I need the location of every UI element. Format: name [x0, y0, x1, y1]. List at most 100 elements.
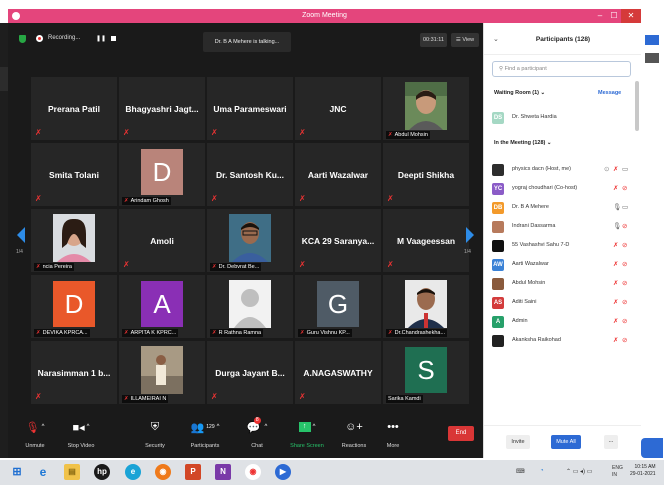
video-tile[interactable]: ✗ Dr. Debvrat Be...	[207, 209, 293, 272]
mic-muted-icon[interactable]: ✗	[613, 185, 618, 192]
video-off-icon[interactable]: ⊘	[622, 337, 627, 344]
video-tile[interactable]: Durga Jayant B... ✗	[207, 341, 293, 404]
message-button[interactable]: Message	[598, 90, 621, 96]
video-tile[interactable]: ✗ ncia Pereira	[31, 209, 117, 272]
participant-search-input[interactable]: ⚲ Find a participant	[492, 61, 631, 77]
video-tile[interactable]: A ✗ ARPITA K KPRC...	[119, 275, 205, 338]
close-button[interactable]: ✕	[621, 9, 641, 23]
video-tile[interactable]: JNC ✗	[295, 77, 381, 140]
security-button[interactable]: ⛨ Security	[132, 417, 178, 450]
video-off-icon[interactable]: ⊘	[622, 261, 627, 268]
participant-row[interactable]: A Admin ✗ ⊘	[492, 313, 630, 331]
onenote-icon[interactable]: N	[215, 464, 231, 480]
powerpoint-icon[interactable]: P	[185, 464, 201, 480]
mic-on-icon[interactable]: 🎙	[613, 204, 621, 211]
video-tile[interactable]: Amoli ✗	[119, 209, 205, 272]
video-off-icon[interactable]: ⊘	[622, 280, 627, 287]
unmute-button[interactable]: 🎙 ^ Unmute	[12, 417, 58, 450]
video-tile[interactable]: ✗ ILLAMEIRAI N	[119, 341, 205, 404]
zoom-taskbar-icon[interactable]: ▶	[275, 464, 291, 480]
video-tile[interactable]: Bhagyashri Jagt... ✗	[119, 77, 205, 140]
language-indicator[interactable]: ENG IN	[612, 465, 623, 479]
mic-on-icon[interactable]: 🎙	[613, 223, 621, 230]
chat-button[interactable]: 💬 8 ^ Chat	[234, 416, 280, 449]
system-tray-icons[interactable]: ⌃ ▭ ◂) ▭	[566, 468, 592, 475]
mic-muted-icon[interactable]: ✗	[613, 280, 618, 287]
participant-row[interactable]: Abdul Mohsin ✗ ⊘	[492, 275, 630, 293]
video-tile[interactable]: A.NAGASWATHY ✗	[295, 341, 381, 404]
share-screen-icon: ↑ ^	[284, 417, 330, 437]
participant-row[interactable]: 55 Vashashvi Sahu 7-D ✗ ⊘	[492, 237, 630, 255]
video-tile[interactable]: G ✗ Guru Vishnu KP...	[295, 275, 381, 338]
waiting-room-label[interactable]: Waiting Room (1) ⌄	[494, 90, 545, 96]
video-tile[interactable]: Smita Tolani ✗	[31, 143, 117, 206]
video-tile[interactable]: ✗ Dr.Chandrashekha...	[383, 275, 469, 338]
waiting-participant-row[interactable]: DS Dr. Shweta Hardia	[492, 109, 630, 127]
mic-muted-icon[interactable]: ✗	[613, 242, 618, 249]
video-tile[interactable]: Deepti Shikha ✗	[383, 143, 469, 206]
video-tile[interactable]: S Sarika Kamdi	[383, 341, 469, 404]
video-off-icon[interactable]: ⊘	[622, 242, 627, 249]
mic-muted-icon[interactable]: ✗	[613, 318, 618, 325]
participant-row[interactable]: YC yograj choudhari (Co-host) ✗ ⊘	[492, 180, 630, 198]
hp-icon[interactable]: hp	[94, 464, 110, 480]
video-tile[interactable]: D ✗ Arindam Ghosh	[119, 143, 205, 206]
video-tile[interactable]: M Vaageessan ✗	[383, 209, 469, 272]
panel-more-button[interactable]: ...	[604, 435, 618, 449]
view-button[interactable]: ☰ View	[451, 33, 479, 47]
video-tile[interactable]: Prerana Patil ✗	[31, 77, 117, 140]
scrollbar[interactable]	[635, 81, 639, 131]
participant-row[interactable]: Akanksha Raikohad ✗ ⊘	[492, 332, 630, 350]
tray-app-icon[interactable]: ◔	[540, 468, 544, 474]
more-button[interactable]: ••• More	[370, 417, 416, 449]
mute-all-button[interactable]: Mute All	[551, 435, 581, 449]
participant-row[interactable]: AW Aarti Wazalwar ✗ ⊘	[492, 256, 630, 274]
stop-recording-icon[interactable]	[111, 36, 116, 41]
chrome-icon[interactable]: ◉	[245, 464, 261, 480]
mic-muted-icon[interactable]: ✗	[613, 337, 618, 344]
taskbar-clock[interactable]: 10:15 AM 29-01-2021	[630, 464, 656, 478]
participant-row[interactable]: Indrani Dassarma 🎙 ⊘	[492, 218, 630, 236]
previous-page-arrow-icon[interactable]	[15, 225, 27, 245]
video-off-icon[interactable]: ⊘	[622, 318, 627, 325]
video-tile[interactable]: Aarti Wazalwar ✗	[295, 143, 381, 206]
video-off-icon[interactable]: ⊘	[622, 185, 627, 192]
windows-start-icon[interactable]: ⊞	[9, 464, 25, 480]
video-tile[interactable]: Dr. Santosh Ku... ✗	[207, 143, 293, 206]
video-tile[interactable]: Narasimman 1 b... ✗	[31, 341, 117, 404]
pause-recording-icon[interactable]: ❚❚	[96, 35, 106, 42]
video-tile[interactable]: D ✗ DEVIKA KPRCA...	[31, 275, 117, 338]
participants-button[interactable]: 👥 129 ^ Participants	[182, 417, 228, 450]
stop-video-button[interactable]: ■◂ ^ Stop Video	[58, 417, 104, 450]
minimize-button[interactable]: –	[593, 9, 607, 23]
mic-muted-icon[interactable]: ✗	[613, 166, 618, 173]
edge-browser-icon[interactable]: e	[125, 464, 141, 480]
video-off-icon[interactable]: ⊘	[622, 223, 627, 230]
participant-row[interactable]: DB Dr. B A Mehere 🎙 ▭	[492, 199, 630, 217]
participant-name: KCA 29 Saranya...	[301, 235, 375, 246]
video-tile[interactable]: KCA 29 Saranya... ✗	[295, 209, 381, 272]
keyboard-icon[interactable]: ⌨	[516, 468, 525, 475]
video-on-icon[interactable]: ▭	[622, 204, 628, 211]
mic-muted-icon[interactable]: ✗	[613, 261, 618, 268]
video-tile[interactable]: ✗ R Rathna Ramna	[207, 275, 293, 338]
invite-button[interactable]: Invite	[506, 435, 530, 449]
participant-name: Prerana Patil	[48, 103, 100, 114]
video-tile[interactable]: Uma Parameswari ✗	[207, 77, 293, 140]
video-tile[interactable]: ✗ Abdul Mohsin	[383, 77, 469, 140]
participant-avatar	[492, 278, 504, 290]
firefox-icon[interactable]: ◉	[155, 464, 171, 480]
video-off-icon[interactable]: ⊘	[622, 299, 627, 306]
internet-explorer-icon[interactable]: e	[35, 464, 51, 480]
mic-muted-icon[interactable]: ✗	[613, 299, 618, 306]
share-screen-button[interactable]: ↑ ^ Share Screen	[284, 417, 330, 449]
maximize-button[interactable]: ☐	[607, 9, 621, 23]
end-meeting-button[interactable]: End	[448, 426, 474, 441]
participant-avatar	[492, 335, 504, 347]
participant-row[interactable]: physics dacn (Host, me) ⊙ ✗ ▭	[492, 161, 630, 179]
participant-row[interactable]: AS Aditi Saini ✗ ⊘	[492, 294, 630, 312]
next-page-arrow-icon[interactable]	[464, 225, 476, 245]
file-explorer-icon[interactable]: ▤	[64, 464, 80, 480]
video-on-icon[interactable]: ▭	[622, 166, 628, 173]
in-meeting-label[interactable]: In the Meeting (128) ⌄	[494, 140, 551, 146]
